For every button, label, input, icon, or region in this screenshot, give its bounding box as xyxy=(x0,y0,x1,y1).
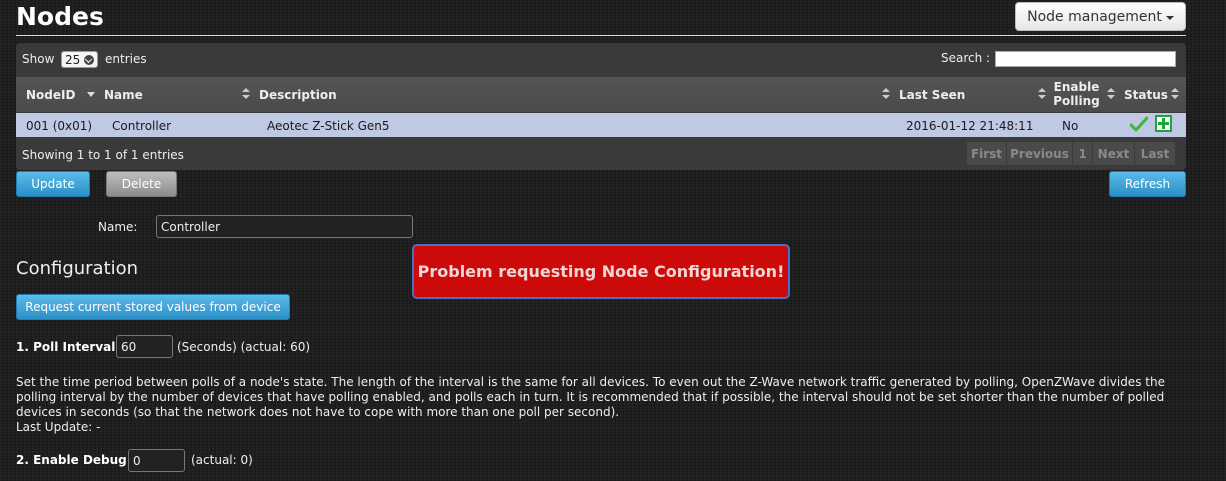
sort-icon xyxy=(1107,88,1115,100)
enable-polling-line2: Polling xyxy=(1053,94,1100,108)
refresh-button[interactable]: Refresh xyxy=(1109,171,1186,197)
request-config-button[interactable]: Request current stored values from devic… xyxy=(16,294,290,320)
sort-icon xyxy=(242,88,250,100)
check-icon[interactable] xyxy=(1130,116,1148,132)
pagination-previous[interactable]: Previous xyxy=(1007,142,1073,165)
caret-down-icon xyxy=(1165,15,1174,20)
pagination-next[interactable]: Next xyxy=(1093,142,1135,165)
sort-icon xyxy=(1171,88,1179,100)
table-info: Showing 1 to 1 of 1 entries xyxy=(22,148,184,162)
cell-description: Aeotec Z-Stick Gen5 xyxy=(267,119,390,133)
poll-interval-input[interactable]: 60 xyxy=(116,335,173,358)
pagination-page-1[interactable]: 1 xyxy=(1073,142,1093,165)
show-label: Show xyxy=(22,52,55,66)
column-header-enable-polling[interactable]: Enable Polling xyxy=(1053,80,1100,108)
column-header-nodeid[interactable]: NodeID xyxy=(26,88,75,102)
pagination-first[interactable]: First xyxy=(967,142,1007,165)
param-label: 1. Poll Interval: xyxy=(16,340,121,354)
title-divider xyxy=(16,35,1186,36)
entries-label: entries xyxy=(105,52,147,66)
cell-node-id: 001 (0x01) xyxy=(26,119,93,133)
param-note: (Seconds) (actual: 60) xyxy=(177,340,311,354)
cell-name: Controller xyxy=(112,119,172,133)
entries-per-page-select[interactable]: 25 xyxy=(61,51,98,68)
chevron-down-icon xyxy=(84,55,94,65)
last-update: Last Update: - xyxy=(16,420,101,434)
update-button[interactable]: Update xyxy=(16,171,90,197)
error-message: Problem requesting Node Configuration! xyxy=(412,244,790,299)
column-header-name[interactable]: Name xyxy=(104,88,143,102)
name-input[interactable]: Controller xyxy=(156,215,413,238)
poll-interval-description: Set the time period between polls of a n… xyxy=(16,375,1165,419)
search-input[interactable] xyxy=(995,51,1176,67)
node-management-dropdown[interactable]: Node management xyxy=(1015,2,1186,31)
param-label: 2. Enable Debug: xyxy=(16,453,132,467)
column-header-last-seen[interactable]: Last Seen xyxy=(899,88,965,102)
column-header-status[interactable]: Status xyxy=(1124,88,1168,102)
param-description: Set the time period between polls of a n… xyxy=(16,375,1186,435)
pagination-last[interactable]: Last xyxy=(1135,142,1176,165)
entries-value: 25 xyxy=(65,52,81,67)
search-label: Search : xyxy=(941,51,991,65)
sort-icon xyxy=(1038,88,1046,100)
enable-polling-line1: Enable xyxy=(1053,80,1100,94)
plus-icon[interactable] xyxy=(1155,115,1172,132)
configuration-heading: Configuration xyxy=(16,258,139,279)
cell-enable-polling: No xyxy=(1062,119,1079,133)
sort-desc-icon xyxy=(87,92,95,98)
name-label: Name: xyxy=(98,220,138,234)
table-header xyxy=(16,77,1186,112)
enable-debug-input[interactable]: 0 xyxy=(128,449,185,472)
page-title: Nodes xyxy=(16,2,104,31)
cell-last-seen: 2016-01-12 21:48:11 xyxy=(906,119,1034,133)
node-management-label: Node management xyxy=(1027,8,1162,25)
param-note: (actual: 0) xyxy=(191,453,253,467)
delete-button[interactable]: Delete xyxy=(106,171,177,197)
column-header-description[interactable]: Description xyxy=(259,88,337,102)
sort-icon xyxy=(882,88,890,100)
